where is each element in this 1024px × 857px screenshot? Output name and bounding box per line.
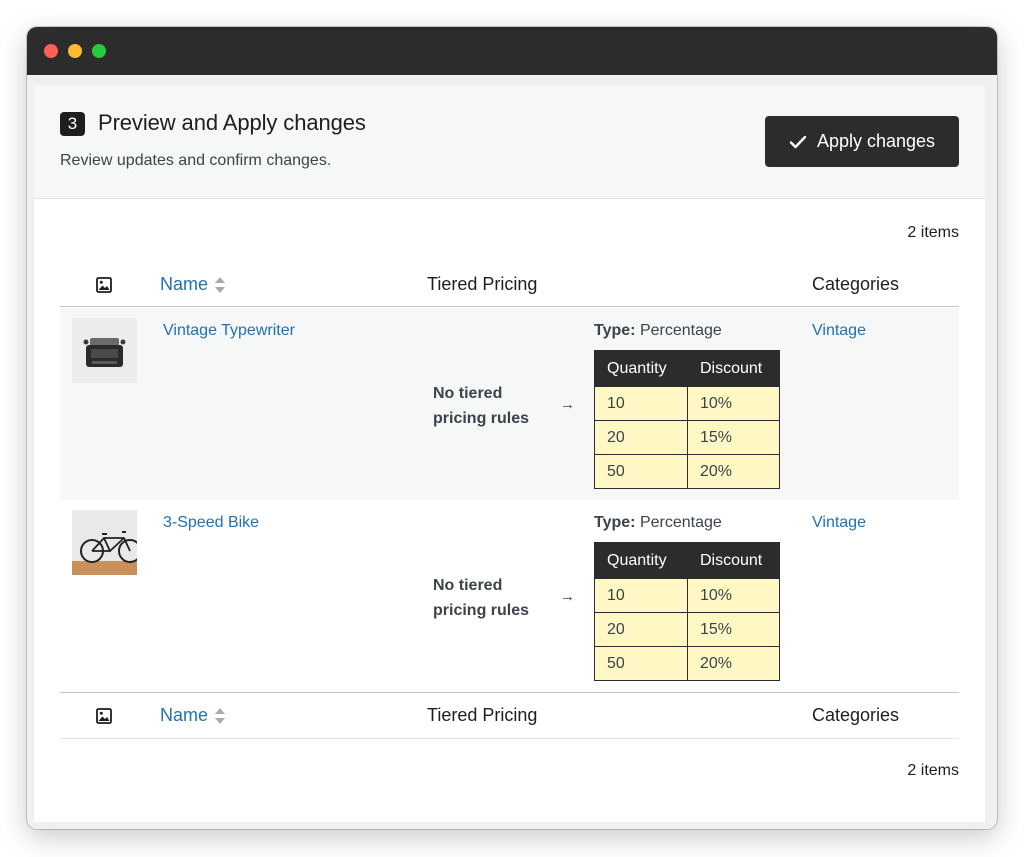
image-icon [96, 276, 112, 293]
tier-quantity: 50 [594, 454, 688, 489]
tier-discount: 20% [687, 646, 780, 681]
close-window-button[interactable] [44, 44, 58, 58]
tier-pricing-table: Quantity Discount 10 10% 20 15% 50 20% [594, 350, 780, 489]
title-bar [27, 27, 997, 75]
table-footer: Name Tiered Pricing Categories [60, 692, 959, 739]
image-column-header [96, 263, 112, 306]
tier-row: 10 10% [594, 578, 780, 613]
tier-quantity: 20 [594, 420, 688, 455]
tier-row: 20 15% [594, 420, 780, 455]
arrow-right-icon: → [560, 396, 575, 413]
current-pricing-rules: No tiered pricing rules [433, 577, 530, 619]
tier-discount: 10% [687, 386, 780, 421]
tier-discount: 10% [687, 578, 780, 613]
pricing-type-value: Percentage [639, 322, 722, 339]
minimize-window-button[interactable] [68, 44, 82, 58]
pricing-type-value: Percentage [639, 514, 722, 531]
page-subtitle: Review updates and confirm changes. [60, 152, 332, 169]
discount-header: Discount [687, 350, 780, 387]
categories-column-footer: Categories [812, 705, 900, 725]
maximize-window-button[interactable] [92, 44, 106, 58]
tier-quantity: 50 [594, 646, 688, 681]
sort-icon [215, 276, 226, 293]
tiered-pricing-column-footer: Tiered Pricing [427, 705, 538, 725]
category-link[interactable]: Vintage [812, 322, 866, 340]
discount-header: Discount [687, 542, 780, 579]
sort-icon [215, 707, 226, 724]
table-row: Vintage Typewriter No tiered pricing rul… [60, 308, 959, 500]
step-number-badge: 3 [60, 112, 85, 136]
table-header: Name Tiered Pricing Categories [60, 263, 959, 307]
name-column-header[interactable]: Name [160, 263, 226, 306]
preview-panel: 3 Preview and Apply changes Review updat… [34, 85, 985, 822]
pricing-type-label: Type: [594, 514, 636, 531]
checkmark-icon [789, 135, 807, 148]
product-name-link[interactable]: 3-Speed Bike [163, 514, 259, 532]
current-pricing-rules: No tiered pricing rules [433, 385, 530, 427]
tier-discount: 15% [687, 420, 780, 455]
tier-row: 20 15% [594, 612, 780, 647]
tier-discount: 15% [687, 612, 780, 647]
apply-changes-button[interactable]: Apply changes [765, 116, 959, 167]
product-thumbnail-typewriter [72, 318, 137, 383]
quantity-header: Quantity [594, 350, 688, 387]
page-title: Preview and Apply changes [98, 110, 366, 135]
name-column-footer[interactable]: Name [160, 693, 226, 738]
image-column-footer [96, 693, 112, 738]
quantity-header: Quantity [594, 542, 688, 579]
tier-row: 10 10% [594, 386, 780, 421]
categories-column-header: Categories [812, 274, 900, 294]
image-icon [96, 707, 112, 724]
product-name-link[interactable]: Vintage Typewriter [163, 322, 295, 340]
pricing-type: Type: Percentage [594, 514, 722, 532]
items-count: 2 items [907, 224, 959, 241]
apply-changes-label: Apply changes [816, 131, 936, 151]
tier-pricing-table: Quantity Discount 10 10% 20 15% 50 20% [594, 542, 780, 681]
category-link[interactable]: Vintage [812, 514, 866, 532]
tier-quantity: 20 [594, 612, 688, 647]
tiered-pricing-column-header: Tiered Pricing [427, 274, 538, 294]
tier-row: 50 20% [594, 646, 780, 681]
tier-discount: 20% [687, 454, 780, 489]
panel-header: 3 Preview and Apply changes Review updat… [34, 85, 985, 199]
arrow-right-icon: → [560, 588, 575, 605]
tier-quantity: 10 [594, 386, 688, 421]
items-count-bottom: 2 items [907, 762, 959, 779]
product-thumbnail-bike [72, 510, 137, 575]
table-row: 3-Speed Bike No tiered pricing rules → T… [60, 500, 959, 692]
name-column-label: Name [160, 274, 209, 294]
pricing-type: Type: Percentage [594, 322, 722, 340]
tier-quantity: 10 [594, 578, 688, 613]
app-window: 3 Preview and Apply changes Review updat… [27, 27, 997, 829]
name-column-label: Name [160, 705, 209, 725]
pricing-type-label: Type: [594, 322, 636, 339]
tier-row: 50 20% [594, 454, 780, 489]
